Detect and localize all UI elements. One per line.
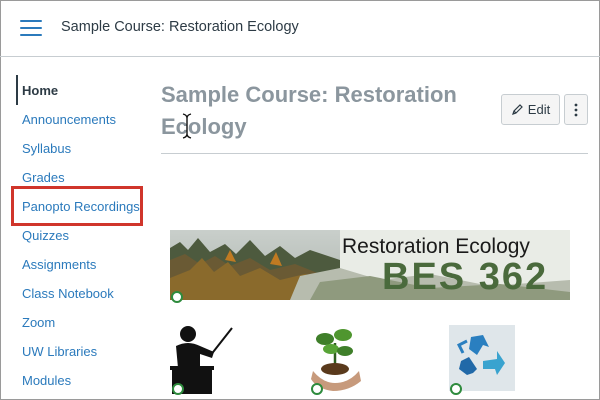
sidebar-item-home[interactable]: Home <box>22 83 58 98</box>
seedling-tile-status-icon <box>311 383 323 395</box>
teacher-tile-status-icon <box>172 383 184 395</box>
vertical-ellipsis-icon <box>574 103 578 116</box>
sidebar-item-class-notebook[interactable]: Class Notebook <box>22 286 114 301</box>
sidebar-item-zoom[interactable]: Zoom <box>22 315 55 330</box>
sidebar-item-grades[interactable]: Grades <box>22 170 65 185</box>
sidebar-item-syllabus[interactable]: Syllabus <box>22 141 71 156</box>
course-breadcrumb[interactable]: Sample Course: Restoration Ecology <box>61 19 299 35</box>
sidebar-item-quizzes[interactable]: Quizzes <box>22 228 69 243</box>
text-cursor-icon <box>182 113 192 139</box>
active-indicator <box>16 75 18 105</box>
pencil-icon <box>511 104 523 115</box>
title-divider <box>161 153 588 154</box>
hamburger-menu-icon[interactable] <box>20 20 42 38</box>
sidebar-item-assignments[interactable]: Assignments <box>22 257 96 272</box>
page-title: Sample Course: Restoration Ecology <box>161 82 457 139</box>
sidebar-item-announcements[interactable]: Announcements <box>22 112 116 127</box>
sidebar-item-modules[interactable]: Modules <box>22 373 71 388</box>
sidebar-item-uw-libraries[interactable]: UW Libraries <box>22 344 97 359</box>
course-banner-image: Restoration Ecology BES 362 <box>170 230 570 300</box>
recycle-icon[interactable] <box>449 325 515 391</box>
banner-course-code: BES 362 <box>382 256 549 298</box>
edit-button[interactable]: Edit <box>501 94 560 125</box>
more-options-button[interactable] <box>564 94 588 125</box>
edit-button-label: Edit <box>527 102 551 117</box>
course-header: Sample Course: Restoration Ecology <box>0 0 600 57</box>
banner-status-icon <box>171 291 183 303</box>
sidebar-item-panopto-recordings[interactable]: Panopto Recordings <box>22 199 140 214</box>
recycle-tile-status-icon <box>450 383 462 395</box>
